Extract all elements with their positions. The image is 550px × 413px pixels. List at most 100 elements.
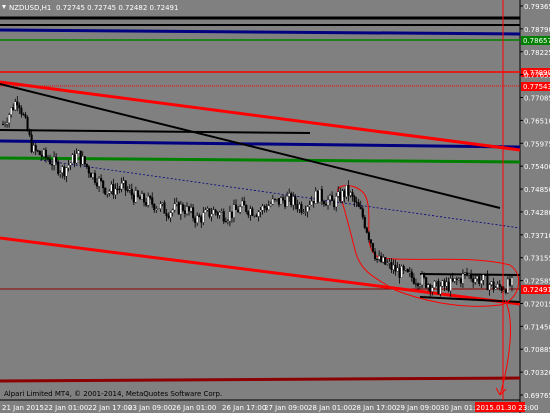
- candle-body: [232, 204, 236, 218]
- candle-body: [373, 251, 377, 260]
- y-tick-label: 0.73155: [524, 255, 550, 263]
- candle-body: [296, 204, 299, 210]
- candle-body: [310, 200, 313, 206]
- candle-body: [159, 203, 162, 209]
- candle-body: [322, 201, 325, 205]
- candle-body: [75, 153, 78, 164]
- x-tick-label: 21 Jan 2015: [2, 404, 44, 412]
- y-tick-label: 0.77655: [524, 72, 550, 80]
- candle-body: [69, 162, 72, 166]
- candle-body: [108, 191, 111, 194]
- candle-body: [136, 190, 139, 197]
- candle-body: [333, 200, 336, 208]
- candle-body: [51, 163, 54, 166]
- candle-body: [120, 183, 123, 190]
- candle-body: [153, 204, 156, 211]
- candle-body: [329, 195, 332, 201]
- candle-body: [402, 266, 405, 271]
- candle-body: [421, 274, 424, 286]
- candle-body: [337, 191, 340, 197]
- candle-body: [351, 192, 354, 197]
- x-tick-label: 28 Jan 01:00: [308, 404, 352, 412]
- candle-body: [388, 262, 391, 264]
- candle-body: [140, 193, 144, 200]
- candle-body: [6, 122, 9, 125]
- candle-body: [414, 283, 417, 285]
- candle-body: [214, 209, 217, 213]
- candle-body: [465, 272, 469, 275]
- y-tick-label: 0.73710: [524, 232, 550, 240]
- candle-body: [200, 216, 203, 223]
- candle-body: [396, 267, 399, 272]
- candle-body: [429, 284, 432, 292]
- x-tick-label: 22 Jan 01:00: [44, 404, 88, 412]
- candle-body: [155, 208, 158, 211]
- candle-body: [185, 206, 189, 215]
- candle-body: [87, 166, 90, 174]
- candle-body: [339, 191, 342, 202]
- candle-body: [151, 197, 154, 205]
- candle-body: [165, 213, 168, 217]
- candle-body: [247, 211, 250, 216]
- candle-body: [34, 145, 37, 151]
- candle-body: [445, 281, 448, 287]
- candle-body: [216, 212, 219, 216]
- candle-body: [435, 280, 438, 283]
- candle-body: [228, 211, 231, 222]
- candle-body: [106, 193, 109, 195]
- candle-body: [367, 232, 370, 240]
- candle-body: [177, 202, 180, 215]
- candle-body: [394, 264, 397, 272]
- candle-body: [98, 178, 101, 187]
- candle-body: [73, 154, 76, 164]
- candle-body: [83, 156, 86, 165]
- candle-body: [318, 189, 321, 203]
- chart-background: [0, 0, 550, 413]
- candle-body: [79, 150, 82, 165]
- candle-body: [255, 215, 258, 217]
- candle-body: [490, 281, 493, 285]
- candle-body: [59, 172, 62, 174]
- candle-body: [171, 209, 174, 213]
- candle-body: [284, 200, 287, 207]
- candle-body: [40, 154, 43, 157]
- candle-body: [376, 258, 379, 260]
- candle-body: [42, 149, 45, 157]
- candle-body: [104, 187, 107, 195]
- candle-body: [44, 149, 47, 158]
- candle-body: [257, 211, 260, 217]
- price-chart[interactable]: NZDUSD,H1 0.72745 0.72745 0.72482 0.7249…: [0, 0, 550, 413]
- candle-body: [187, 206, 191, 212]
- x-tick-label: 28 Jan 17:00: [352, 404, 396, 412]
- candle-body: [194, 217, 197, 223]
- candle-body: [234, 204, 238, 210]
- candle-body: [112, 184, 115, 195]
- candle-body: [167, 215, 170, 218]
- candle-body: [361, 208, 364, 218]
- candle-body: [302, 211, 305, 214]
- candle-body: [3, 124, 7, 126]
- candle-body: [349, 192, 352, 196]
- candle-body: [93, 172, 97, 183]
- candle-body: [437, 280, 440, 295]
- x-tick-label: 29 Jan 09:00: [396, 404, 440, 412]
- candle-body: [110, 184, 113, 192]
- y-tick-label: 0.72015: [524, 300, 550, 308]
- candle-body: [237, 209, 240, 213]
- candle-body: [500, 286, 503, 291]
- candle-body: [461, 273, 464, 284]
- candle-body: [455, 278, 458, 281]
- candle-body: [57, 161, 60, 174]
- candle-body: [230, 211, 233, 218]
- candle-body: [22, 114, 25, 116]
- candle-body: [308, 204, 311, 207]
- price-label-text: 0.72491: [523, 286, 550, 294]
- candle-body: [300, 204, 303, 213]
- candle-body: [433, 281, 436, 288]
- candle-body: [100, 178, 103, 181]
- candle-body: [126, 189, 129, 192]
- candle-body: [494, 287, 497, 290]
- candle-body: [290, 193, 293, 206]
- candle-body: [48, 159, 52, 165]
- candle-body: [85, 163, 88, 167]
